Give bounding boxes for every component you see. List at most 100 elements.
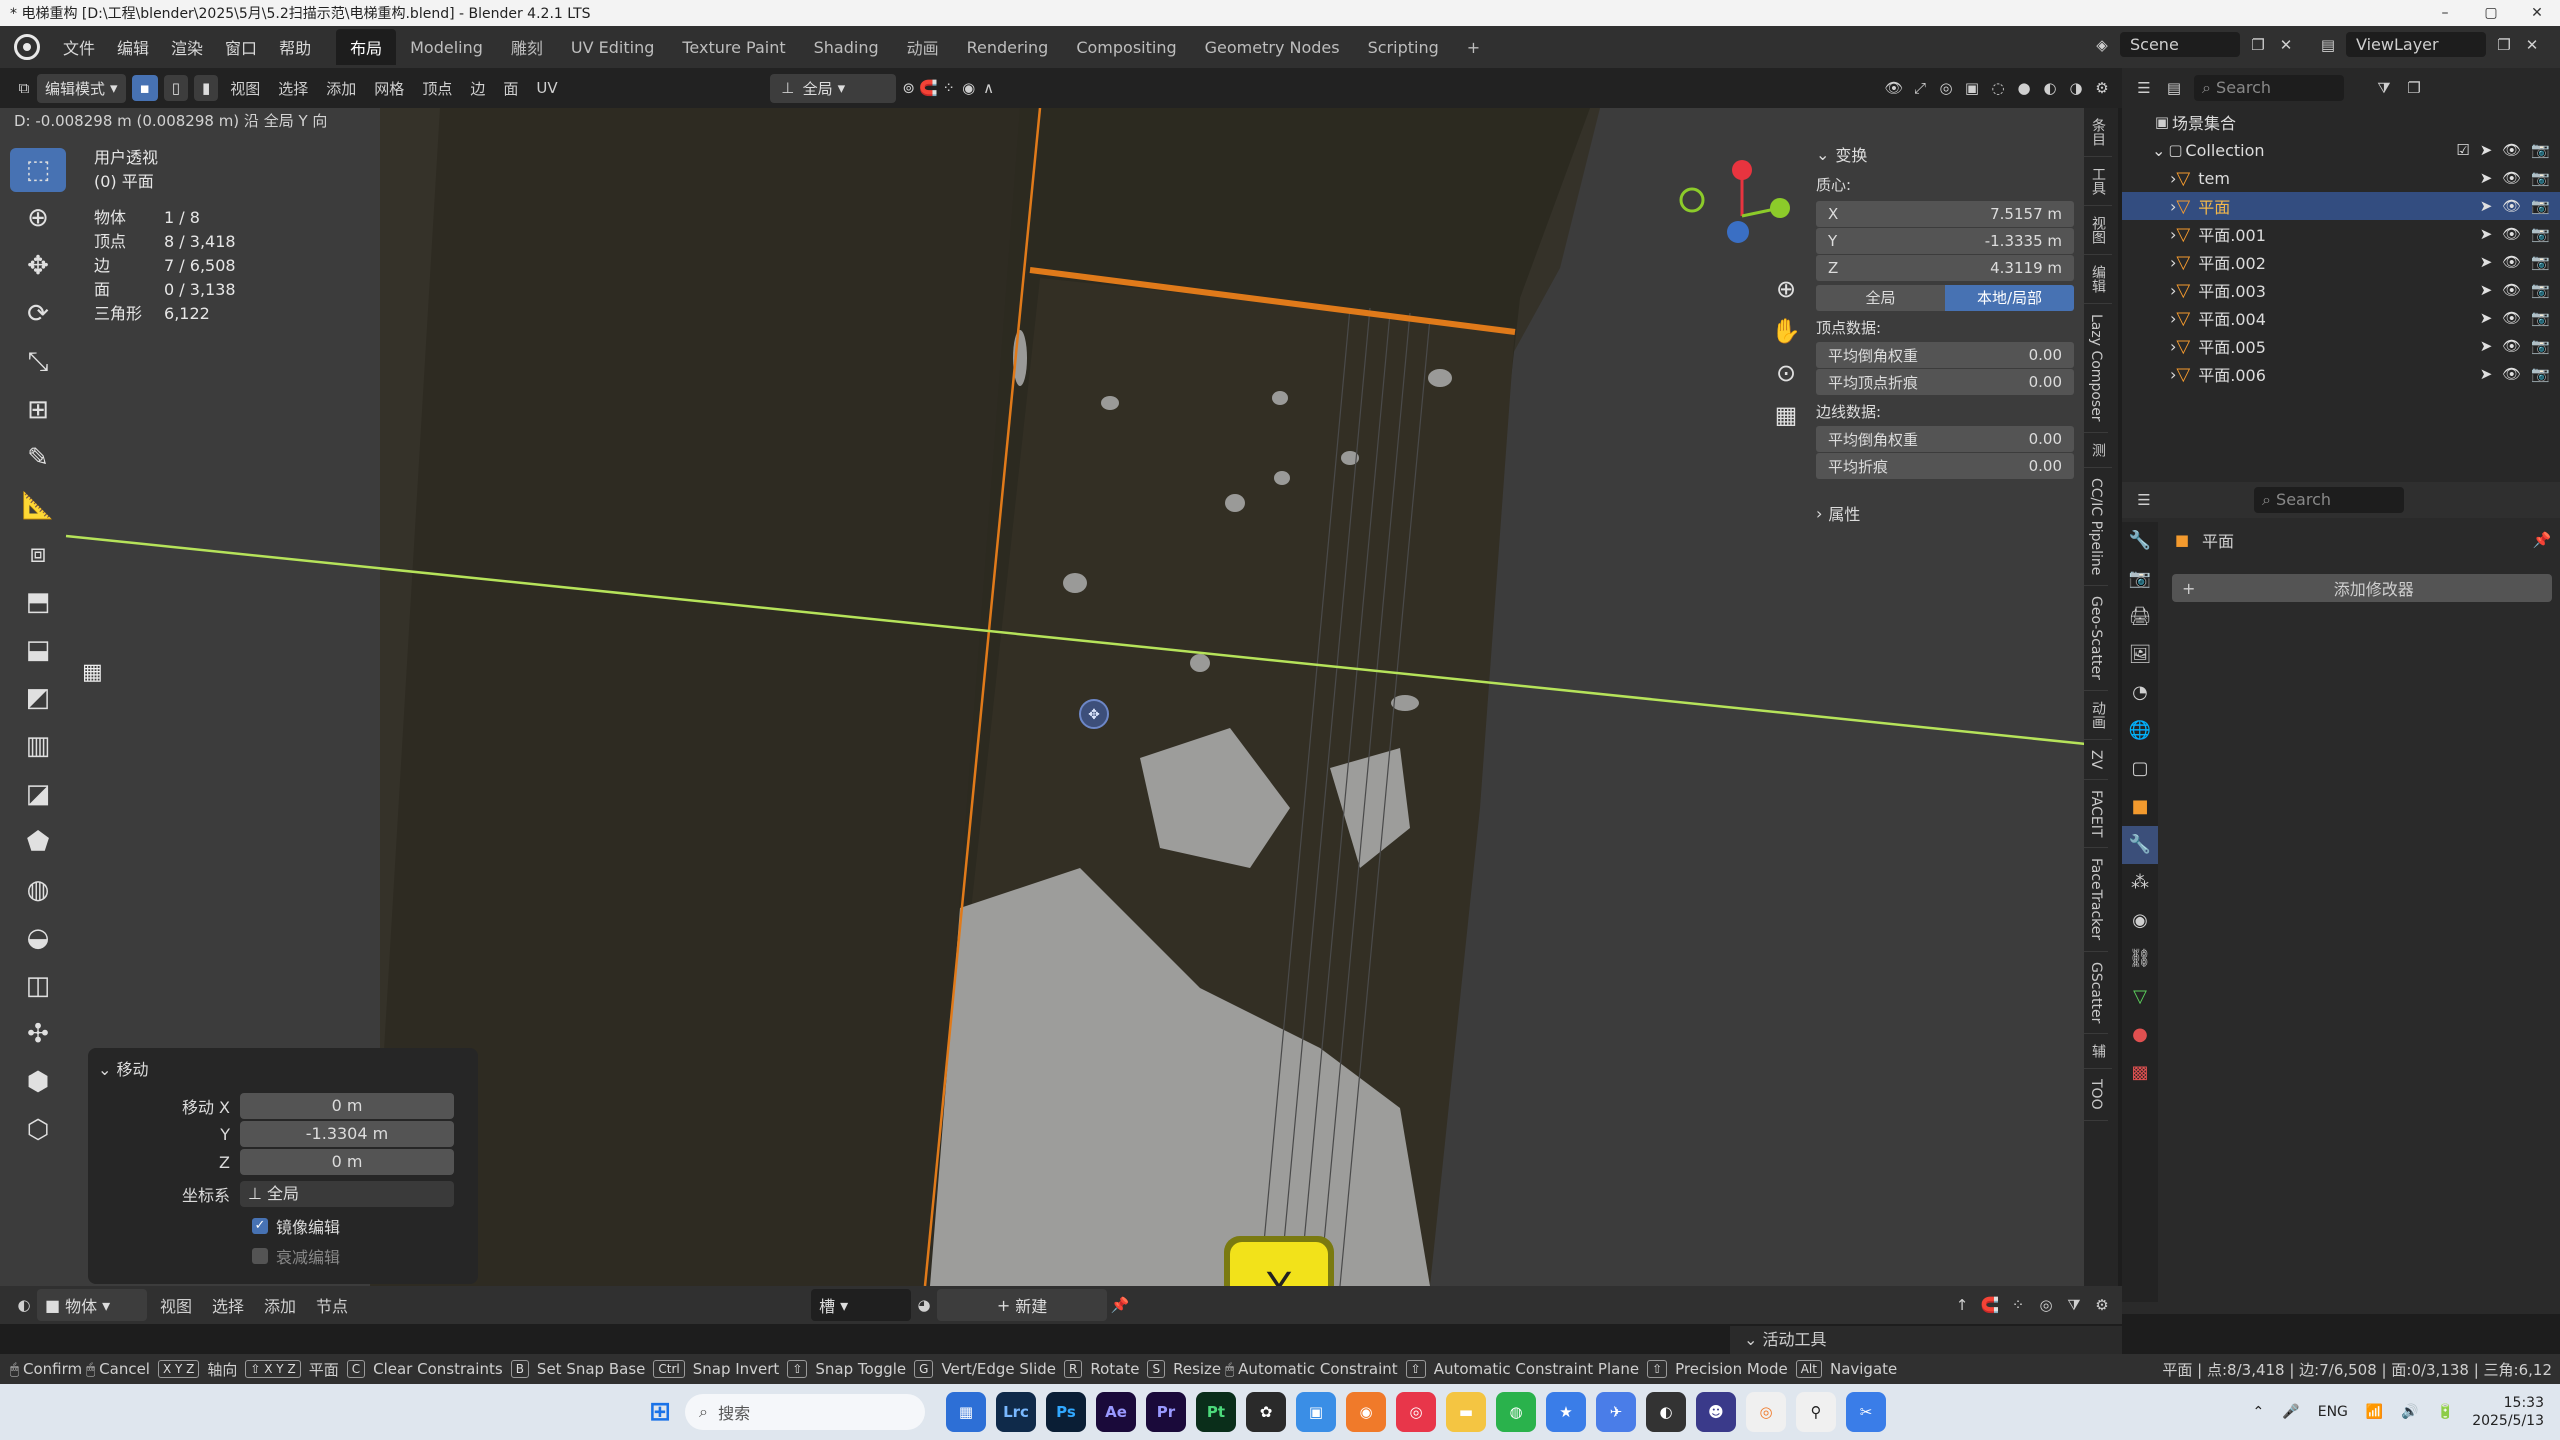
- mirror-edit-checkbox[interactable]: ✓ 镜像编辑: [88, 1212, 478, 1240]
- volume-icon[interactable]: 🔊: [2401, 1404, 2418, 1420]
- camera-icon[interactable]: 📷: [2531, 225, 2550, 243]
- tab-cc-pipeline[interactable]: CC/IC Pipeline: [2084, 468, 2108, 586]
- camera-icon[interactable]: 📷: [2531, 309, 2550, 327]
- edge-select-button[interactable]: ▯: [163, 75, 188, 101]
- outliner-collection[interactable]: ⌄ ▢ Collection ☑ ➤ 👁 📷: [2122, 136, 2560, 164]
- menu-help[interactable]: 帮助: [268, 35, 322, 59]
- camera-icon[interactable]: 📷: [2531, 197, 2550, 215]
- camera-icon[interactable]: 📷: [2531, 141, 2550, 159]
- menu-edge[interactable]: 边: [461, 78, 494, 99]
- app-lightroom-icon[interactable]: Lrc: [996, 1392, 1036, 1432]
- tab-zv[interactable]: ZV: [2084, 740, 2108, 781]
- battery-icon[interactable]: 🔋: [2437, 1404, 2454, 1420]
- select-arrow-icon[interactable]: ➤: [2480, 141, 2493, 159]
- app-cat-icon[interactable]: ☻: [1696, 1392, 1736, 1432]
- snap-icon[interactable]: 🧲: [1980, 1295, 2000, 1315]
- tab-geometry-nodes[interactable]: Geometry Nodes: [1191, 32, 1354, 63]
- app-netease-icon[interactable]: ◎: [1396, 1392, 1436, 1432]
- median-x-field[interactable]: X 7.5157 m: [1816, 201, 2074, 227]
- eye-icon[interactable]: 👁: [2502, 141, 2521, 159]
- material-browse-icon[interactable]: ◕: [914, 1295, 934, 1315]
- scene-selector[interactable]: Scene: [2120, 32, 2240, 57]
- camera-icon[interactable]: 📷: [2531, 281, 2550, 299]
- tab-too[interactable]: TOO: [2084, 1069, 2108, 1121]
- inset-tool[interactable]: ⬓: [10, 628, 66, 672]
- tab-tool[interactable]: 工具: [2084, 157, 2112, 206]
- tab-geo-scatter[interactable]: Geo-Scatter: [2084, 586, 2108, 691]
- tab-item[interactable]: 条目: [2084, 108, 2112, 157]
- scale-tool[interactable]: ⤡: [10, 340, 66, 384]
- orientation-selector[interactable]: ⊥ 全局 ▾: [769, 73, 896, 103]
- add-cube-tool[interactable]: ⧈: [10, 532, 66, 576]
- menu-edit[interactable]: 编辑: [106, 35, 160, 59]
- tab-view[interactable]: 视图: [2084, 206, 2112, 255]
- material-shading-icon[interactable]: ◐: [2040, 78, 2060, 98]
- tab-lazy-composer[interactable]: Lazy Composer: [2084, 304, 2108, 433]
- select-arrow-icon[interactable]: ➤: [2480, 197, 2493, 215]
- filter-icon[interactable]: ⧩: [2064, 1295, 2084, 1315]
- falloff-edit-checkbox[interactable]: 衰减编辑: [88, 1242, 478, 1270]
- camera-icon[interactable]: 📷: [2531, 337, 2550, 355]
- solid-shading-icon[interactable]: ●: [2014, 78, 2034, 98]
- eye-icon[interactable]: 👁: [2502, 337, 2521, 355]
- blender-logo-icon[interactable]: [14, 34, 40, 60]
- taskbar-search-input[interactable]: ⌕ 搜索: [685, 1394, 925, 1430]
- tab-measure[interactable]: 测: [2084, 433, 2112, 468]
- app-snip-icon[interactable]: ✂: [1846, 1392, 1886, 1432]
- render-tab-icon[interactable]: 📷: [2122, 560, 2158, 598]
- app-blender-icon[interactable]: ◎: [1746, 1392, 1786, 1432]
- snap-options-icon[interactable]: ⁘: [2008, 1295, 2028, 1315]
- scene-tab-icon[interactable]: ◔: [2122, 674, 2158, 712]
- properties-search-input[interactable]: ⌕ Search: [2254, 487, 2404, 513]
- close-button[interactable]: ✕: [2514, 0, 2560, 26]
- spin-tool[interactable]: ◍: [10, 868, 66, 912]
- display-mode-icon[interactable]: ▤: [2164, 78, 2184, 98]
- tab-faceit[interactable]: FACEIT: [2084, 780, 2108, 849]
- modifier-tab-icon[interactable]: 🔧: [2122, 826, 2158, 864]
- material-tab-icon[interactable]: ●: [2122, 1016, 2158, 1054]
- select-arrow-icon[interactable]: ➤: [2480, 253, 2493, 271]
- falloff-icon[interactable]: ∧: [979, 78, 999, 98]
- add-workspace-button[interactable]: +: [1453, 32, 1494, 63]
- particles-tab-icon[interactable]: ⁂: [2122, 864, 2158, 902]
- eye-icon[interactable]: 👁: [2502, 197, 2521, 215]
- outliner-object[interactable]: › ▽ 平面.003 ➤ 👁 📷: [2122, 276, 2560, 304]
- tray-chevron-icon[interactable]: ⌃: [2253, 1404, 2265, 1420]
- camera-icon[interactable]: 📷: [2531, 253, 2550, 271]
- tab-animation[interactable]: 动画: [893, 29, 953, 65]
- median-y-field[interactable]: Y -1.3335 m: [1816, 228, 2074, 254]
- median-z-field[interactable]: Z 4.3119 m: [1816, 255, 2074, 281]
- parent-node-icon[interactable]: ↑: [1952, 1295, 1972, 1315]
- app-wechat-icon[interactable]: ◍: [1496, 1392, 1536, 1432]
- world-tab-icon[interactable]: 🌐: [2122, 712, 2158, 750]
- outliner-scene-collection[interactable]: ▣ 场景集合: [2122, 108, 2560, 136]
- eye-icon[interactable]: 👁: [2502, 253, 2521, 271]
- menu-view[interactable]: 视图: [150, 1293, 202, 1317]
- physics-tab-icon[interactable]: ◉: [2122, 902, 2158, 940]
- edge-crease-field[interactable]: 平均折痕 0.00: [1816, 453, 2074, 479]
- menu-uv[interactable]: UV: [527, 79, 566, 97]
- snap-icon[interactable]: 🧲: [919, 78, 939, 98]
- node-editor-area[interactable]: [0, 1324, 1730, 1354]
- tab-shading[interactable]: Shading: [800, 32, 893, 63]
- smooth-tool[interactable]: ◒: [10, 916, 66, 960]
- app-photoshop-icon[interactable]: Ps: [1046, 1392, 1086, 1432]
- vertex-select-button[interactable]: ▪: [131, 75, 158, 101]
- select-box-tool[interactable]: ⬚: [10, 148, 66, 192]
- select-arrow-icon[interactable]: ➤: [2480, 309, 2493, 327]
- eye-icon[interactable]: 👁: [2502, 365, 2521, 383]
- overlay-icon[interactable]: ◎: [2036, 1295, 2056, 1315]
- zoom-icon[interactable]: ⊕: [1766, 268, 1806, 310]
- select-arrow-icon[interactable]: ➤: [2480, 281, 2493, 299]
- shrink-fatten-tool[interactable]: ✣: [10, 1012, 66, 1056]
- tab-modeling[interactable]: Modeling: [396, 32, 497, 63]
- edge-bevel-field[interactable]: 平均倒角权重 0.00: [1816, 426, 2074, 452]
- gizmo-icon[interactable]: ⤢: [1910, 78, 1930, 98]
- face-select-button[interactable]: ▮: [193, 75, 219, 101]
- collection-tab-icon[interactable]: ▢: [2122, 750, 2158, 788]
- select-arrow-icon[interactable]: ➤: [2480, 337, 2493, 355]
- transform-section-header[interactable]: ⌄ 变换: [1816, 140, 2074, 168]
- wireframe-shading-icon[interactable]: ◌: [1988, 78, 2008, 98]
- select-arrow-icon[interactable]: ➤: [2480, 225, 2493, 243]
- camera-icon[interactable]: 📷: [2531, 365, 2550, 383]
